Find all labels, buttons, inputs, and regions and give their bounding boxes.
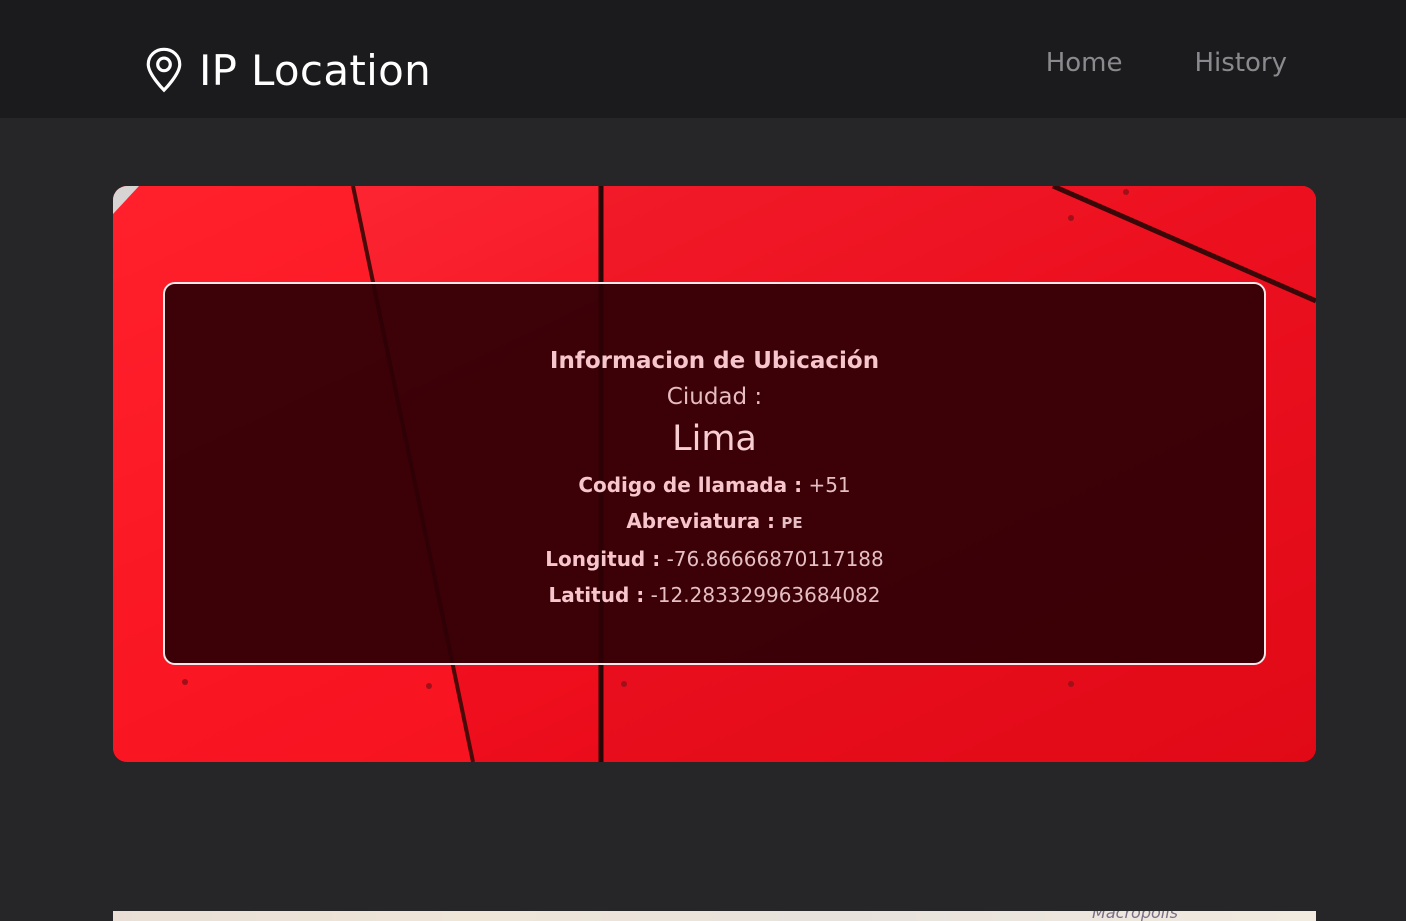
longitude-value: -76.86666870117188	[666, 547, 884, 571]
nav-history-link[interactable]: History	[1195, 44, 1288, 82]
longitude-row: Longitud : -76.86666870117188	[545, 546, 884, 572]
abbreviation-row: Abreviatura : PE	[626, 508, 802, 536]
city-value: Lima	[672, 419, 757, 459]
abbreviation-label: Abreviatura :	[626, 509, 776, 533]
longitude-label: Longitud :	[545, 547, 661, 571]
location-info-title: Informacion de Ubicación	[549, 348, 880, 374]
brand-title: IP Location	[199, 45, 432, 95]
nav-links: Home History	[1046, 44, 1287, 82]
map-place-label: Macropolis	[1092, 911, 1178, 921]
abbreviation-value: PE	[781, 514, 803, 532]
location-info-panel: Informacion de Ubicación Ciudad : Lima C…	[163, 282, 1266, 665]
location-hero-card: Informacion de Ubicación Ciudad : Lima C…	[113, 186, 1316, 762]
nav-home-link[interactable]: Home	[1046, 44, 1123, 82]
calling-code-value: +51	[808, 473, 851, 497]
latitude-row: Latitud : -12.283329963684082	[549, 582, 881, 608]
map-pin-icon	[146, 47, 182, 93]
calling-code-row: Codigo de llamada : +51	[578, 472, 850, 498]
latitude-label: Latitud :	[548, 583, 645, 607]
navbar: IP Location Home History	[0, 0, 1406, 118]
latitude-value: -12.283329963684082	[650, 583, 881, 607]
map-view[interactable]: Macropolis	[113, 911, 1316, 921]
city-label: Ciudad :	[666, 384, 763, 410]
brand-link[interactable]: IP Location	[143, 44, 431, 96]
calling-code-label: Codigo de llamada :	[578, 473, 803, 497]
